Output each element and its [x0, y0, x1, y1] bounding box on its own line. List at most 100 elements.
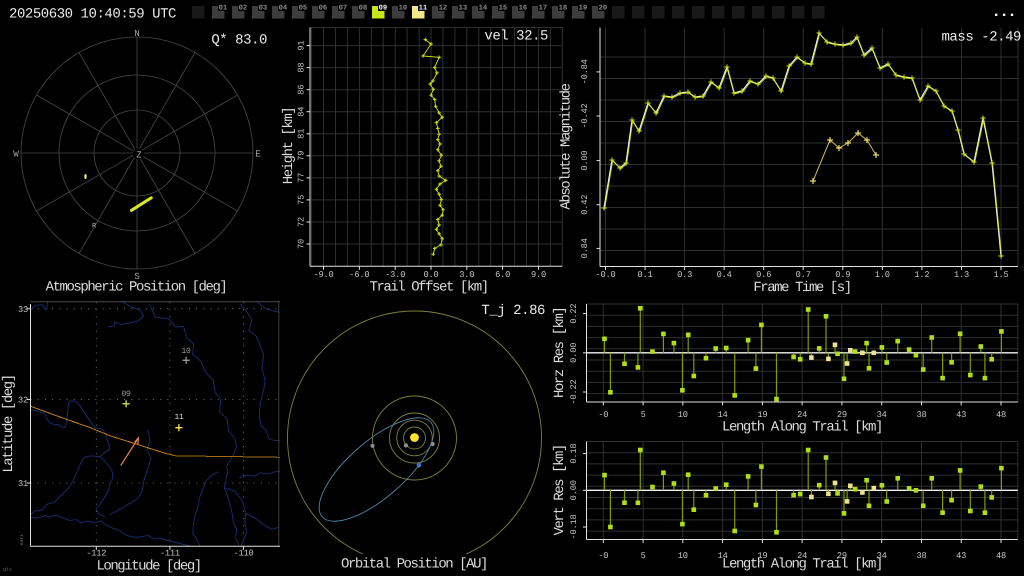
svg-text:E: E: [255, 149, 261, 160]
svg-text:0.6: 0.6: [756, 270, 771, 280]
svg-text:esri: esri: [19, 534, 25, 545]
svg-text:1.2: 1.2: [914, 270, 929, 280]
svg-text:77: 77: [297, 173, 307, 183]
svg-text:08: 08: [359, 5, 368, 13]
svg-text:Atmospheric Position [deg]: Atmospheric Position [deg]: [46, 280, 227, 296]
svg-text:0.3: 0.3: [677, 270, 692, 280]
svg-text:1.3: 1.3: [954, 270, 969, 280]
svg-text:0.00: 0.00: [569, 343, 579, 363]
svg-text:6.0: 6.0: [495, 270, 510, 280]
svg-text:Horz Res [km]: Horz Res [km]: [552, 308, 568, 398]
svg-text:mass -2.49: mass -2.49: [941, 30, 1021, 46]
svg-text:10: 10: [678, 410, 688, 420]
svg-text:T_j 2.86: T_j 2.86: [481, 303, 545, 319]
svg-text:79: 79: [297, 151, 307, 161]
svg-text:Latitude [deg]: Latitude [deg]: [1, 375, 17, 472]
svg-text:Z: Z: [136, 150, 142, 161]
svg-text:48: 48: [996, 551, 1006, 561]
svg-text:-9.0: -9.0: [313, 270, 333, 280]
svg-text:-0.84: -0.84: [580, 59, 590, 84]
svg-text:-112: -112: [86, 549, 106, 559]
svg-text:20250630 10:40:59 UTC: 20250630 10:40:59 UTC: [9, 7, 176, 23]
svg-text:32: 32: [18, 396, 28, 406]
svg-text:07: 07: [339, 5, 348, 13]
svg-text:75: 75: [297, 195, 307, 205]
svg-text:-0: -0: [598, 410, 608, 420]
svg-text:Orbital Position [AU]: Orbital Position [AU]: [341, 557, 487, 573]
svg-text:-0.42: -0.42: [580, 103, 590, 128]
svg-text:81: 81: [297, 129, 307, 139]
svg-text:W: W: [13, 149, 19, 160]
svg-text:-6.0: -6.0: [349, 270, 369, 280]
svg-text:Length Along Trail [km]: Length Along Trail [km]: [722, 557, 882, 573]
svg-text:0.7: 0.7: [796, 270, 811, 280]
svg-text:N: N: [134, 28, 139, 39]
svg-text:11: 11: [419, 5, 428, 13]
svg-text:Height [km]: Height [km]: [281, 108, 297, 184]
svg-text:38: 38: [916, 410, 926, 420]
svg-text:04: 04: [279, 5, 288, 13]
svg-text:0.18: 0.18: [569, 444, 579, 464]
svg-text:06: 06: [319, 5, 328, 13]
svg-text:gis: gis: [3, 567, 12, 573]
svg-text:-0.22: -0.22: [569, 379, 579, 404]
svg-text:15: 15: [499, 5, 508, 13]
svg-text:91: 91: [297, 41, 307, 51]
svg-text:Q* 83.0: Q* 83.0: [211, 33, 267, 49]
svg-text:20: 20: [599, 5, 608, 13]
svg-text:43: 43: [956, 410, 966, 420]
svg-text:10: 10: [181, 347, 191, 356]
svg-text:31: 31: [18, 479, 28, 489]
svg-text:09: 09: [121, 390, 131, 399]
svg-text:18: 18: [559, 5, 568, 13]
svg-text:38: 38: [916, 551, 926, 561]
svg-text:13: 13: [459, 5, 468, 13]
svg-text:-110: -110: [233, 549, 253, 559]
svg-text:88: 88: [297, 63, 307, 73]
svg-text:33: 33: [18, 305, 28, 315]
svg-text:10: 10: [399, 5, 408, 13]
svg-text:17: 17: [539, 5, 548, 13]
svg-text:11: 11: [174, 413, 184, 422]
svg-text:5: 5: [641, 551, 646, 561]
svg-text:9.0: 9.0: [531, 270, 546, 280]
svg-text:86: 86: [297, 85, 307, 95]
svg-text:Frame Time [s]: Frame Time [s]: [753, 280, 850, 296]
svg-text:0.0: 0.0: [423, 270, 438, 280]
svg-text:70: 70: [297, 239, 307, 249]
svg-text:0.1: 0.1: [637, 270, 652, 280]
svg-text:5: 5: [641, 410, 646, 420]
svg-text:0.42: 0.42: [580, 195, 590, 215]
svg-text:43: 43: [956, 551, 966, 561]
svg-text:-0.18: -0.18: [569, 514, 579, 539]
svg-text:Trail Offset [km]: Trail Offset [km]: [370, 280, 488, 296]
svg-text:14: 14: [479, 5, 488, 13]
svg-text:02: 02: [239, 5, 248, 13]
svg-text:0.4: 0.4: [717, 270, 732, 280]
svg-text:3.0: 3.0: [459, 270, 474, 280]
svg-text:12: 12: [439, 5, 448, 13]
svg-text:84: 84: [297, 107, 307, 117]
svg-text:03: 03: [259, 5, 268, 13]
svg-text:-0: -0: [598, 551, 608, 561]
svg-text:-111: -111: [160, 549, 180, 559]
svg-text:0.22: 0.22: [569, 304, 579, 324]
svg-text:1.5: 1.5: [993, 270, 1008, 280]
svg-text:48: 48: [996, 410, 1006, 420]
svg-text:Longitude [deg]: Longitude [deg]: [96, 558, 200, 574]
svg-text:10: 10: [678, 551, 688, 561]
svg-text:-3.0: -3.0: [385, 270, 405, 280]
svg-text:vel 32.5: vel 32.5: [484, 29, 548, 45]
svg-text:09: 09: [379, 5, 388, 13]
svg-text:01: 01: [219, 5, 228, 13]
svg-text:0.84: 0.84: [580, 238, 590, 258]
svg-text:0.00: 0.00: [580, 151, 590, 171]
svg-text:-0.0: -0.0: [595, 270, 615, 280]
svg-text:05: 05: [299, 5, 308, 13]
svg-text:0.00: 0.00: [569, 480, 579, 500]
svg-text:19: 19: [579, 5, 588, 13]
svg-text:Vert Res [km]: Vert Res [km]: [552, 445, 568, 535]
svg-text:16: 16: [519, 5, 528, 13]
svg-text:1.0: 1.0: [875, 270, 890, 280]
svg-text:0.9: 0.9: [835, 270, 850, 280]
